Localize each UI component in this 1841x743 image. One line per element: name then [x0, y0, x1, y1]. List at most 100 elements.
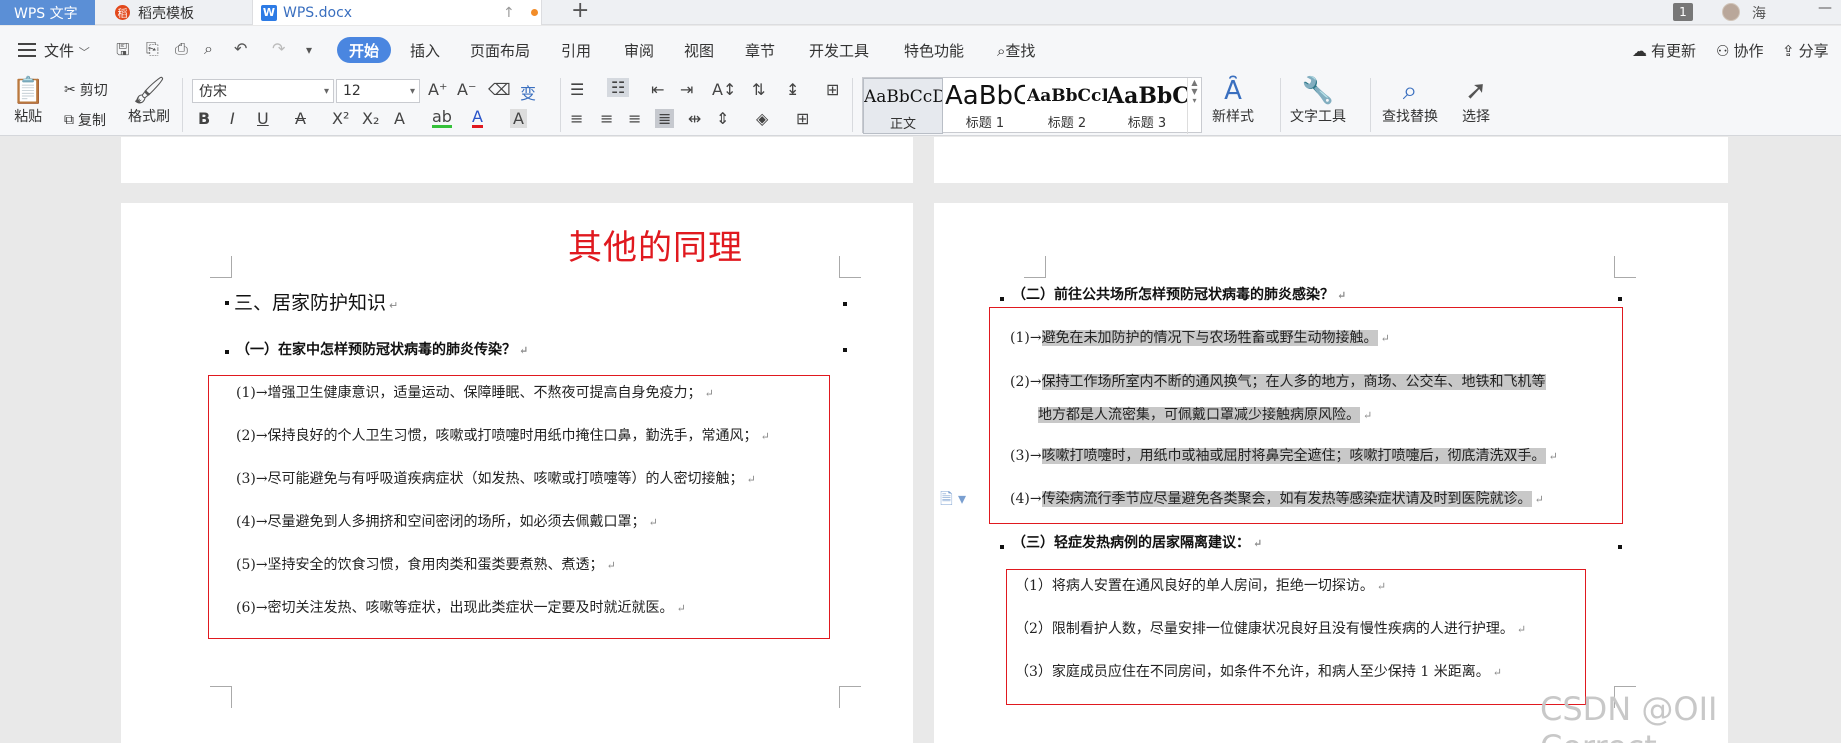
- italic-icon[interactable]: I: [230, 109, 235, 128]
- subscript-icon[interactable]: X₂: [362, 109, 379, 128]
- cut-button[interactable]: ✂ 剪切: [64, 80, 108, 100]
- distribute-icon[interactable]: ⇹: [688, 109, 701, 128]
- print-preview-icon[interactable]: ⌕: [204, 39, 213, 59]
- style-heading-2[interactable]: AaBbCcDd 标题 2: [1027, 78, 1107, 134]
- shrink-font-icon[interactable]: A⁻: [457, 80, 476, 99]
- font-color-icon[interactable]: A: [472, 109, 483, 128]
- style-normal[interactable]: AaBbCcDd 正文: [863, 78, 943, 134]
- chinese-layout-icon[interactable]: A↕: [712, 80, 736, 99]
- tab-references[interactable]: 引用: [561, 40, 591, 61]
- new-tab-button[interactable]: +: [571, 0, 589, 22]
- tab-templates[interactable]: 稻 稻壳模板: [97, 0, 247, 25]
- styles-scrollbar[interactable]: ▲ ▼ ▾: [1187, 78, 1201, 134]
- justify-icon[interactable]: ≣: [655, 109, 675, 128]
- list-item[interactable]: （1）将病人安置在通风良好的单人房间，拒绝一切探访。 ↵: [1015, 575, 1386, 595]
- copy-button[interactable]: ⧉ 复制: [64, 110, 106, 130]
- underline-icon[interactable]: U: [257, 109, 269, 128]
- char-shading-icon[interactable]: A: [510, 109, 527, 128]
- export-icon[interactable]: ⎘: [146, 39, 159, 59]
- crop-mark: [839, 686, 861, 708]
- show-marks-icon[interactable]: ⊞: [826, 80, 839, 99]
- minimize-button[interactable]: —: [1818, 0, 1832, 16]
- save-icon[interactable]: 🖫: [116, 39, 130, 66]
- list-item[interactable]: (6)→密切关注发热、咳嗽等症状，出现此类症状一定要及时就近就医。 ↵: [236, 597, 686, 617]
- tab-developer[interactable]: 开发工具: [809, 40, 869, 61]
- hamburger-icon[interactable]: [18, 43, 36, 61]
- bullet-list-icon[interactable]: ☰: [570, 80, 584, 99]
- list-item[interactable]: (3)→咳嗽打喷嚏时，用纸巾或袖或屈肘将鼻完全遮住；咳嗽打喷嚏后，彻底清洗双手。…: [1010, 445, 1558, 465]
- increase-indent-icon[interactable]: ⇥: [680, 80, 693, 99]
- avatar[interactable]: [1722, 3, 1740, 21]
- align-center-icon[interactable]: ≡: [600, 109, 613, 128]
- paste-button[interactable]: 📋 粘贴: [12, 76, 44, 126]
- share-button[interactable]: ⇪ 分享: [1782, 40, 1829, 61]
- print-icon[interactable]: ⎙: [175, 39, 188, 59]
- font-size-select[interactable]: 12 ▾: [336, 79, 420, 103]
- tab-wps-writer[interactable]: WPS 文字: [0, 0, 95, 25]
- new-style-button[interactable]: Ȃ 新样式: [1212, 76, 1254, 126]
- shading-icon[interactable]: ◈: [756, 109, 768, 128]
- strikethrough-icon[interactable]: A: [295, 109, 306, 128]
- window-count-badge[interactable]: 1: [1673, 3, 1693, 21]
- collaborate-button[interactable]: ⚇ 协作: [1716, 40, 1763, 61]
- tab-chapter[interactable]: 章节: [745, 40, 775, 61]
- line-spacing-icon[interactable]: ↨: [786, 80, 799, 99]
- tab-page-layout[interactable]: 页面布局: [470, 40, 530, 61]
- upload-icon[interactable]: ↑: [503, 5, 515, 21]
- decrease-indent-icon[interactable]: ⇤: [651, 80, 664, 99]
- tab-insert[interactable]: 插入: [410, 40, 440, 61]
- undo-icon[interactable]: ↶: [234, 39, 247, 58]
- text-effect-icon[interactable]: A: [394, 109, 405, 128]
- file-menu[interactable]: 文件 ﹀: [44, 40, 90, 61]
- borders-icon[interactable]: ⊞: [796, 109, 809, 128]
- text-tools-button[interactable]: 🔧 文字工具: [1290, 76, 1346, 126]
- paragraph-spacing-icon[interactable]: ⇕: [716, 109, 729, 128]
- find-replace-button[interactable]: ⌕ 查找替换: [1382, 76, 1438, 126]
- list-item[interactable]: (1)→避免在未加防护的情况下与农场牲畜或野生动物接触。 ↵: [1010, 327, 1390, 347]
- tab-document[interactable]: W WPS.docx ↑: [252, 0, 542, 25]
- format-painter-button[interactable]: 🖌 格式刷: [128, 76, 170, 126]
- update-button[interactable]: ☁ 有更新: [1632, 40, 1696, 61]
- bold-icon[interactable]: B: [198, 109, 210, 128]
- section-heading-text: 三、居家防护知识: [234, 292, 387, 314]
- list-item[interactable]: (2)→保持工作场所室内不断的通风换气；在人多的地方，商场、公交车、地铁和飞机等: [1010, 371, 1546, 391]
- user-name[interactable]: 海: [1752, 3, 1766, 23]
- align-left-icon[interactable]: ≡: [570, 109, 583, 128]
- font-name-select[interactable]: 仿宋 ▾: [192, 79, 334, 103]
- clear-format-icon[interactable]: ⌫: [488, 80, 511, 99]
- section-heading[interactable]: 三、居家防护知识 ↵: [234, 288, 398, 315]
- list-item[interactable]: (4)→传染病流行季节应尽量避免各类聚会，如有发热等感染症状请及时到医院就诊。 ↵: [1010, 488, 1544, 508]
- list-item[interactable]: (5)→坚持安全的饮食习惯，食用肉类和蛋类要煮熟、煮透； ↵: [236, 554, 616, 574]
- docer-icon: 稻: [115, 5, 130, 20]
- style-heading-3[interactable]: AaBbCc 标题 3: [1107, 78, 1187, 134]
- subheading-home[interactable]: （一）在家中怎样预防冠状病毒的肺炎传染？ ↵: [236, 339, 528, 359]
- numbered-list-icon[interactable]: ☷: [607, 78, 630, 97]
- list-item[interactable]: (4)→尽量避免到人多拥挤和空间密闭的场所，如必须去佩戴口罩； ↵: [236, 511, 658, 531]
- redo-icon[interactable]: ↷: [272, 39, 285, 58]
- list-item[interactable]: （2）限制看护人数，尽量安排一位健康状况良好且没有慢性疾病的人进行护理。 ↵: [1015, 618, 1526, 638]
- list-item[interactable]: (1)→增强卫生健康意识，适量运动、保障睡眠、不熬夜可提高自身免疫力； ↵: [236, 382, 714, 402]
- list-item-continued[interactable]: 地方都是人流密集，可佩戴口罩减少接触病原风险。 ↵: [1038, 404, 1372, 424]
- document-icon[interactable]: 🗎 ▾: [940, 488, 966, 515]
- superscript-icon[interactable]: X²: [332, 109, 349, 128]
- customize-icon[interactable]: ▾: [306, 43, 312, 57]
- highlight-icon[interactable]: ab: [432, 109, 452, 128]
- sort-icon[interactable]: ⇅: [752, 80, 765, 99]
- list-item[interactable]: (3)→尽可能避免与有呼吸道疾病症状（如发热、咳嗽或打喷嚏等）的人密切接触； ↵: [236, 468, 756, 488]
- grow-font-icon[interactable]: A⁺: [428, 80, 447, 99]
- tab-review[interactable]: 审阅: [624, 40, 654, 61]
- list-item[interactable]: (2)→保持良好的个人卫生习惯，咳嗽或打喷嚏时用纸巾掩住口鼻，勤洗手，常通风； ↵: [236, 425, 770, 445]
- search-command[interactable]: ⌕查找: [997, 40, 1035, 61]
- update-label: 有更新: [1651, 42, 1697, 60]
- phonetic-icon[interactable]: 变: [520, 80, 536, 104]
- tab-start[interactable]: 开始: [337, 37, 391, 63]
- subheading-isolation[interactable]: （三）轻症发热病例的居家隔离建议： ↵: [1012, 532, 1262, 552]
- select-button[interactable]: ➚ 选择: [1462, 76, 1490, 126]
- tab-features[interactable]: 特色功能: [904, 40, 964, 61]
- align-right-icon[interactable]: ≡: [628, 109, 641, 128]
- style-heading-1[interactable]: AaBbC 标题 1: [945, 78, 1025, 134]
- subheading-public[interactable]: （二）前往公共场所怎样预防冠状病毒的肺炎感染？ ↵: [1012, 284, 1346, 304]
- tab-view[interactable]: 视图: [684, 40, 714, 61]
- list-item[interactable]: （3）家庭成员应住在不同房间，如条件不允许，和病人至少保持 1 米距离。 ↵: [1015, 661, 1502, 681]
- return-mark: ↵: [1253, 537, 1263, 550]
